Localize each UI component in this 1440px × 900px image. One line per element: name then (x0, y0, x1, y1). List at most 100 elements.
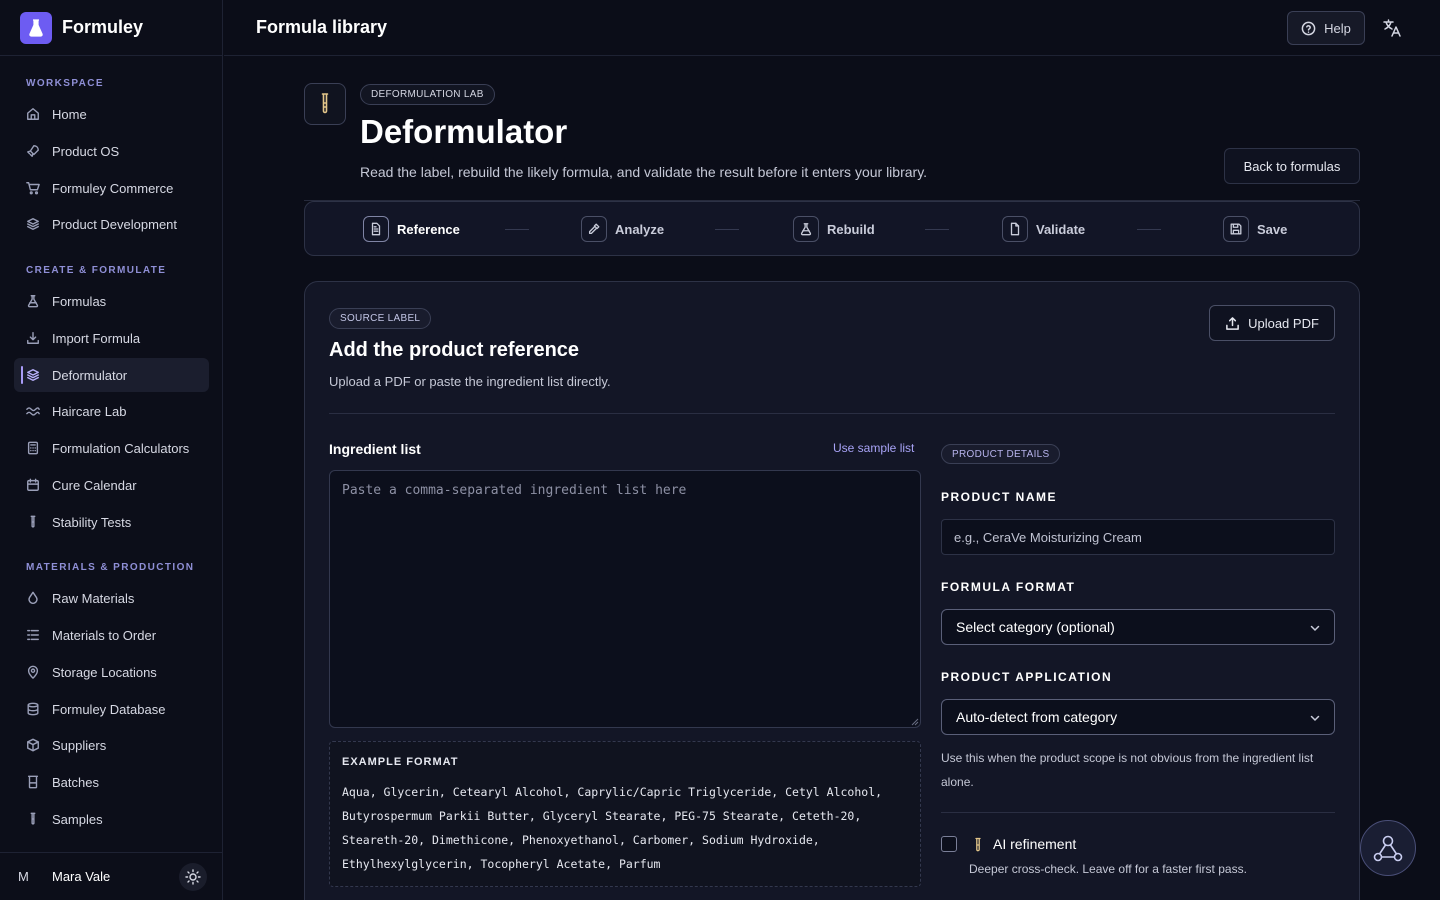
example-line: Ethylhexylglycerin, Tocopheryl Acetate, … (342, 857, 661, 871)
reference-card: SOURCE LABEL Add the product reference U… (304, 281, 1360, 900)
sidebar-item-product-os[interactable]: Product OS (14, 134, 209, 168)
upload-label: Upload PDF (1248, 315, 1319, 331)
sidebar-item-formulation-calculators[interactable]: Formulation Calculators (14, 431, 209, 465)
divider (329, 413, 1335, 414)
sidebar-item-label: Formulas (52, 293, 107, 309)
step-label: Save (1257, 221, 1288, 237)
sidebar-item-label: Formuley Commerce (52, 180, 174, 196)
sidebar-item-label: Home (52, 106, 87, 122)
sidebar-item-samples[interactable]: Samples (14, 802, 209, 836)
step-analyze[interactable]: Analyze (581, 216, 664, 242)
nav-section-create: CREATE & FORMULATE (26, 265, 167, 276)
divider (941, 812, 1335, 813)
formula-format-select[interactable]: Select category (optional) (941, 609, 1335, 645)
sidebar-item-haircare-lab[interactable]: Haircare Lab (14, 394, 209, 428)
example-line: Butyrospermum Parkii Butter, Glyceryl St… (342, 809, 862, 823)
sidebar-item-label: Stability Tests (52, 514, 132, 530)
product-name-input[interactable] (941, 519, 1335, 555)
sidebar-item-batches[interactable]: Batches (14, 765, 209, 799)
sidebar-item-formulas[interactable]: Formulas (14, 284, 209, 318)
sidebar-item-label: Batches (52, 774, 99, 790)
sidebar-item-formuley-commerce[interactable]: Formuley Commerce (14, 171, 209, 205)
database-icon (26, 702, 40, 716)
assistant-fab-button[interactable] (1360, 820, 1416, 876)
sun-icon (185, 869, 201, 885)
upload-pdf-button[interactable]: Upload PDF (1209, 305, 1335, 341)
layers-icon (26, 368, 40, 382)
step-separator (505, 229, 529, 230)
application-hint: Use this when the product scope is not o… (941, 751, 1314, 789)
flask-icon (793, 216, 819, 242)
calendar-icon (26, 478, 40, 492)
use-sample-list-link[interactable]: Use sample list (833, 441, 914, 455)
example-format-text: Aqua, Glycerin, Cetearyl Alcohol, Capryl… (342, 780, 908, 876)
layers-icon (26, 217, 40, 231)
ai-refinement-label: AI refinement (993, 836, 1077, 852)
formula-format-label: FORMULA FORMAT (941, 580, 1076, 594)
product-application-value: Auto-detect from category (956, 709, 1118, 725)
step-label: Analyze (615, 221, 665, 237)
save-icon (1223, 216, 1249, 242)
sidebar: Formuley WORKSPACE Home Product OS Formu… (0, 0, 223, 900)
sidebar-item-label: Formulation Calculators (52, 440, 190, 456)
chevron-down-icon (1310, 715, 1320, 722)
step-reference[interactable]: Reference (363, 216, 460, 242)
brand[interactable]: Formuley (0, 0, 222, 56)
droplet-icon (26, 591, 40, 605)
sidebar-item-label: Cure Calendar (52, 477, 137, 493)
help-label: Help (1324, 20, 1351, 36)
upload-icon (1226, 316, 1239, 330)
step-validate[interactable]: Validate (1002, 216, 1085, 242)
sidebar-item-raw-materials[interactable]: Raw Materials (14, 581, 209, 615)
sidebar-item-home[interactable]: Home (14, 97, 209, 131)
resize-handle-icon[interactable] (909, 716, 919, 726)
home-icon (26, 107, 40, 121)
page-heading: Formula library (256, 17, 388, 37)
sidebar-item-formuley-database[interactable]: Formuley Database (14, 692, 209, 726)
step-label: Reference (397, 221, 460, 237)
nav-section-materials: MATERIALS & PRODUCTION (26, 562, 195, 573)
product-application-select[interactable]: Auto-detect from category (941, 699, 1335, 735)
stepper: Reference Analyze Rebuild Validate Save (304, 201, 1360, 256)
sidebar-item-storage-locations[interactable]: Storage Locations (14, 655, 209, 689)
example-format-box: EXAMPLE FORMAT Aqua, Glycerin, Cetearyl … (329, 741, 921, 887)
sidebar-item-suppliers[interactable]: Suppliers (14, 728, 209, 762)
sidebar-item-product-development[interactable]: Product Development (14, 207, 209, 241)
sidebar-item-label: Formuley Database (52, 701, 166, 717)
user-bar[interactable]: M Mara Vale (0, 852, 223, 900)
user-name: Mara Vale (52, 869, 111, 884)
sidebar-item-label: Deformulator (52, 367, 128, 383)
chevron-down-icon (1310, 625, 1320, 632)
lab-badge: DEFORMULATION LAB (360, 84, 495, 105)
sidebar-item-label: Haircare Lab (52, 403, 127, 419)
step-save[interactable]: Save (1223, 216, 1287, 242)
help-button[interactable]: Help (1287, 11, 1365, 45)
ai-refinement-checkbox[interactable] (941, 836, 957, 852)
step-separator (925, 229, 949, 230)
beaker-icon (26, 775, 40, 789)
example-line: Aqua, Glycerin, Cetearyl Alcohol, Capryl… (342, 785, 883, 799)
translate-icon[interactable] (1382, 18, 1402, 38)
sidebar-item-deformulator[interactable]: Deformulator (14, 358, 209, 392)
sidebar-item-materials-to-order[interactable]: Materials to Order (14, 618, 209, 652)
ai-refinement-description: Deeper cross-check. Leave off for a fast… (969, 862, 1247, 876)
test-tube-icon (975, 837, 981, 852)
source-label-badge: SOURCE LABEL (329, 308, 432, 329)
sidebar-item-import-formula[interactable]: Import Formula (14, 321, 209, 355)
help-circle-icon (1301, 21, 1316, 35)
example-line: Steareth-20, Dimethicone, Phenoxyethanol… (342, 833, 820, 847)
sidebar-item-label: Raw Materials (52, 590, 135, 606)
formula-format-value: Select category (optional) (956, 619, 1115, 635)
back-to-formulas-button[interactable]: Back to formulas (1224, 148, 1360, 184)
page-title: Deformulator (360, 113, 568, 150)
ingredient-list-input[interactable] (329, 470, 921, 728)
step-rebuild[interactable]: Rebuild (793, 216, 875, 242)
waves-icon (26, 404, 40, 418)
sidebar-item-label: Product Development (52, 216, 178, 232)
sidebar-item-cure-calendar[interactable]: Cure Calendar (14, 468, 209, 502)
cart-icon (26, 181, 40, 195)
sidebar-item-stability-tests[interactable]: Stability Tests (14, 505, 209, 539)
theme-toggle-button[interactable] (179, 863, 207, 891)
product-details-badge: PRODUCT DETAILS (941, 444, 1061, 464)
package-icon (26, 738, 40, 752)
